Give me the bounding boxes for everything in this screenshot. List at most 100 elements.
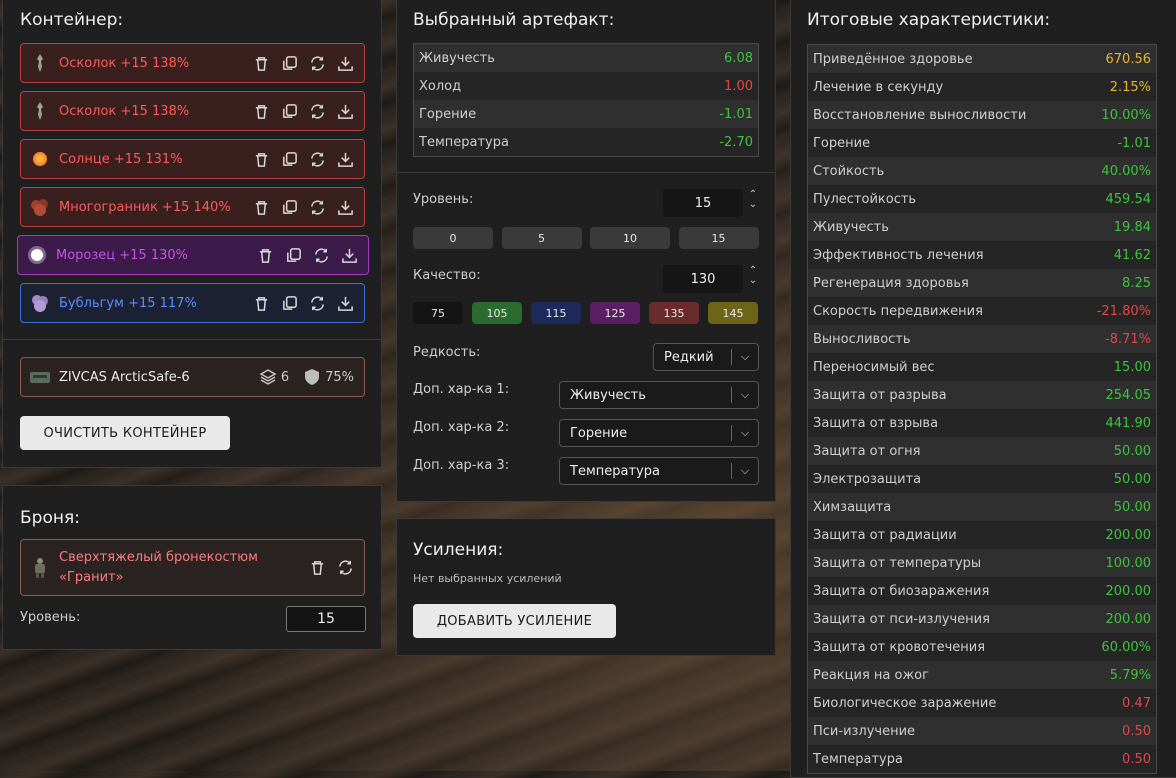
artifact-stat-row: Живучесть 6.08 [414, 44, 758, 72]
armor-level-label: Уровень: [20, 610, 81, 625]
total-value: 10.00% [1101, 107, 1151, 123]
total-row: Защита от биозаражения 200.00 [808, 577, 1156, 605]
copy-icon[interactable] [278, 52, 300, 74]
artifact-row[interactable]: Осколок +15 138% [20, 43, 365, 83]
extra2-select[interactable]: Горение ⌵ [559, 419, 759, 447]
level-preset-button[interactable]: 15 [678, 227, 759, 249]
delete-icon[interactable] [250, 196, 272, 218]
artifact-stat-row: Холод 1.00 [414, 72, 758, 100]
download-icon[interactable] [334, 52, 356, 74]
add-boost-button[interactable]: ДОБАВИТЬ УСИЛЕНИЕ [413, 604, 616, 638]
total-row: Приведённое здоровье 670.56 [808, 45, 1156, 73]
total-value: 50.00 [1113, 471, 1151, 487]
replace-icon[interactable] [306, 52, 328, 74]
clear-container-button[interactable]: ОЧИСТИТЬ КОНТЕЙНЕР [20, 416, 230, 450]
delete-icon[interactable] [250, 52, 272, 74]
boosts-panel: Усиления: Нет выбранных усилений ДОБАВИТ… [396, 518, 776, 656]
total-row: Реакция на ожог 5.79% [808, 661, 1156, 689]
artifact-name: Многогранник +15 140% [59, 199, 231, 215]
level-spinner[interactable]: ⌃ ⌄ [747, 190, 759, 210]
case-name: ZIVCAS ArcticSafe-6 [59, 369, 190, 385]
total-label: Выносливость [813, 331, 911, 347]
total-value: -8.71% [1105, 331, 1151, 347]
shard-icon [29, 100, 51, 122]
quality-preset-button[interactable]: 105 [472, 302, 522, 324]
chevron-down-icon: ⌵ [740, 388, 750, 401]
copy-icon[interactable] [278, 148, 300, 170]
artifact-row[interactable]: Многогранник +15 140% [20, 187, 365, 227]
quality-spinner[interactable]: ⌃ ⌄ [747, 266, 759, 286]
artifact-row[interactable]: Бубльгум +15 117% [20, 283, 365, 323]
replace-icon[interactable] [306, 148, 328, 170]
quality-preset-button[interactable]: 75 [413, 302, 463, 324]
replace-icon[interactable] [306, 100, 328, 122]
download-icon[interactable] [334, 292, 356, 314]
copy-icon[interactable] [278, 100, 300, 122]
quality-preset-button[interactable]: 135 [649, 302, 699, 324]
total-value: 2.15% [1109, 79, 1151, 95]
total-label: Химзащита [813, 499, 892, 515]
quality-input[interactable]: 130 [663, 265, 743, 293]
artifact-row[interactable]: Морозец +15 130% [17, 235, 369, 275]
replace-icon[interactable] [306, 196, 328, 218]
download-icon[interactable] [334, 100, 356, 122]
total-row: Биологическое заражение 0.47 [808, 689, 1156, 717]
artifact-title: Выбранный артефакт: [413, 10, 615, 30]
artifact-name: Морозец +15 130% [56, 247, 188, 263]
download-icon[interactable] [334, 148, 356, 170]
level-preset-button[interactable]: 5 [501, 227, 582, 249]
rarity-select[interactable]: Редкий ⌵ [653, 343, 759, 371]
level-preset-button[interactable]: 0 [413, 227, 493, 249]
stat-label: Живучесть [419, 50, 495, 66]
replace-icon[interactable] [306, 292, 328, 314]
extra3-select[interactable]: Температура ⌵ [559, 457, 759, 485]
extra1-select[interactable]: Живучесть ⌵ [559, 381, 759, 409]
delete-icon[interactable] [250, 100, 272, 122]
artifact-row[interactable]: Солнце +15 131% [20, 139, 365, 179]
extra3-label: Доп. хар-ка 3: [413, 458, 510, 473]
level-label: Уровень: [413, 192, 474, 207]
delete-icon[interactable] [306, 557, 328, 579]
total-label: Восстановление выносливости [813, 107, 1027, 123]
total-row: Защита от радиации 200.00 [808, 521, 1156, 549]
quality-preset-button[interactable]: 115 [531, 302, 581, 324]
copy-icon[interactable] [278, 196, 300, 218]
delete-icon[interactable] [250, 148, 272, 170]
artifact-row[interactable]: Осколок +15 138% [20, 91, 365, 131]
delete-icon[interactable] [254, 244, 276, 266]
total-value: -1.01 [1117, 135, 1151, 151]
replace-icon[interactable] [334, 557, 356, 579]
armor-name: Сверхтяжелый бронекостюм «Гранит» [59, 549, 258, 585]
download-icon[interactable] [334, 196, 356, 218]
level-preset-button[interactable]: 10 [590, 227, 670, 249]
replace-icon[interactable] [310, 244, 332, 266]
total-value: 670.56 [1105, 51, 1152, 67]
delete-icon[interactable] [250, 292, 272, 314]
total-value: -21.80% [1096, 303, 1151, 319]
total-label: Защита от пси-излучения [813, 611, 990, 627]
divider [397, 172, 775, 173]
total-row: Горение -1.01 [808, 129, 1156, 157]
extra2-label: Доп. хар-ка 2: [413, 420, 510, 435]
armor-row[interactable]: Сверхтяжелый бронекостюм «Гранит» [20, 539, 365, 596]
total-row: Защита от разрыва 254.05 [808, 381, 1156, 409]
total-row: Скорость передвижения -21.80% [808, 297, 1156, 325]
total-value: 41.62 [1113, 247, 1151, 263]
quality-preset-button[interactable]: 145 [708, 302, 758, 324]
total-label: Пси-излучение [813, 723, 916, 739]
total-label: Приведённое здоровье [813, 51, 973, 67]
total-label: Эффективность лечения [813, 247, 984, 263]
extra2-value: Горение [570, 425, 628, 441]
total-label: Температура [813, 751, 903, 767]
armor-level-input[interactable]: 15 [286, 606, 366, 632]
stat-value: 1.00 [724, 78, 753, 94]
total-value: 60.00% [1101, 639, 1151, 655]
download-icon[interactable] [338, 244, 360, 266]
copy-icon[interactable] [278, 292, 300, 314]
total-label: Биологическое заражение [813, 695, 997, 711]
container-panel: Контейнер: Осколок +15 138% Осколок +15 1… [2, 0, 382, 468]
level-input[interactable]: 15 [663, 189, 743, 217]
copy-icon[interactable] [282, 244, 304, 266]
quality-preset-button[interactable]: 125 [590, 302, 640, 324]
case-row[interactable]: ZIVCAS ArcticSafe-6 6 75% [20, 357, 365, 397]
